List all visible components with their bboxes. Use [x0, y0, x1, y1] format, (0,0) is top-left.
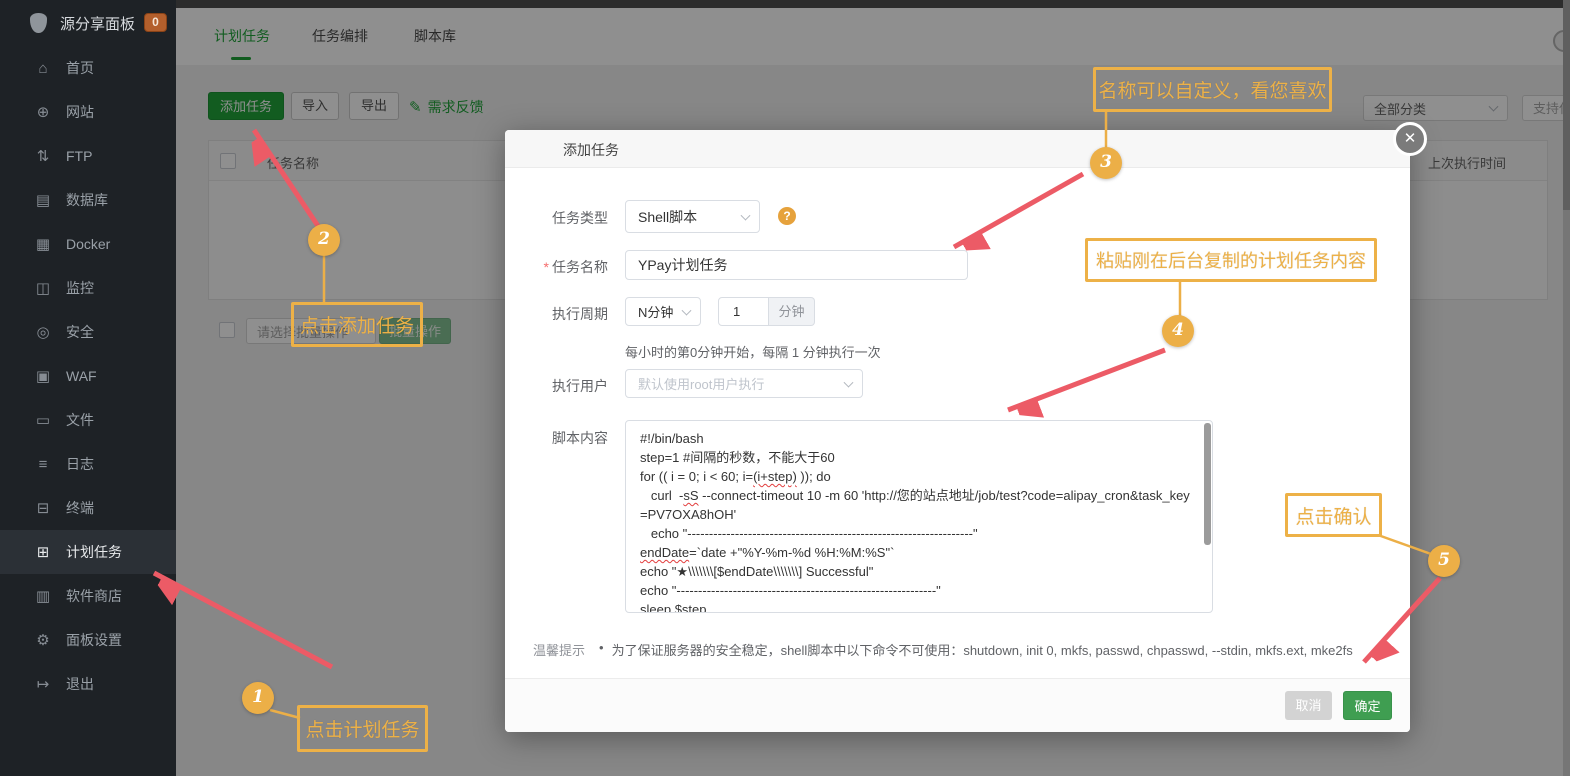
modal-footer: 取消 确定 — [505, 678, 1410, 732]
sidebar-item-logout[interactable]: ↦ 退出 — [0, 662, 176, 706]
cycle-value-input[interactable] — [718, 297, 769, 326]
brand-title: 源分享面板 — [60, 15, 136, 33]
script-line: step=1 #间隔的秒数，不能大于60 — [640, 450, 835, 465]
log-icon: ≡ — [38, 455, 48, 473]
exec-user-label: 执行用户 — [552, 378, 608, 394]
annotation-box-step2: 点击添加任务 — [291, 302, 423, 347]
task-name-input[interactable] — [625, 250, 968, 280]
annotation-step-number-1: 1 — [242, 682, 274, 714]
sidebar-nav: ⌂ 首页 ⊕ 网站 ⇅ FTP ▤ 数据库 ▦ Docker ◫ 监控 ◎ 安全 ▣ WAF ▭… — [0, 46, 176, 706]
cycle-unit-addon: 分钟 — [769, 297, 815, 326]
script-line: sleep $step — [640, 602, 707, 613]
sidebar-item-docker[interactable]: ▦ Docker — [0, 222, 176, 266]
close-icon[interactable]: ✕ — [1393, 122, 1427, 156]
exec-user-select[interactable]: 默认使用root用户执行 — [625, 369, 863, 398]
required-asterisk: * — [543, 259, 549, 275]
script-line: endDate=`date +"%Y-%m-%d %H:%M:%S"` — [640, 545, 895, 560]
app-root: 源分享面板 0 ⌂ 首页 ⊕ 网站 ⇅ FTP ▤ 数据库 ▦ Docker ◫ 监控 ◎ 安… — [0, 0, 1570, 776]
task-type-select[interactable]: Shell脚本 — [625, 200, 760, 233]
gear-icon: ⚙ — [36, 632, 50, 649]
bullet-icon: • — [599, 640, 604, 655]
annotation-step-number-3: 3 — [1090, 147, 1122, 179]
waf-icon: ▣ — [35, 368, 51, 385]
chevron-down-icon — [740, 210, 751, 221]
shield-check-icon: ◎ — [36, 324, 50, 341]
help-icon[interactable]: ? — [778, 207, 796, 225]
annotation-step-number-4: 4 — [1162, 315, 1194, 347]
modal-title: 添加任务 — [563, 142, 619, 158]
task-type-label: 任务类型 — [552, 210, 608, 226]
appstore-icon: ▥ — [35, 588, 51, 605]
sidebar-item-files[interactable]: ▭ 文件 — [0, 398, 176, 442]
sidebar-item-security[interactable]: ◎ 安全 — [0, 310, 176, 354]
sidebar-item-terminal[interactable]: ⊟ 终端 — [0, 486, 176, 530]
sidebar-item-settings[interactable]: ⚙ 面板设置 — [0, 618, 176, 662]
task-name-label: * 任务名称 — [543, 259, 608, 275]
annotation-box-step3: 名称可以自定义，看您喜欢 — [1093, 67, 1332, 112]
logout-icon: ↦ — [36, 676, 50, 693]
sidebar-item-appstore[interactable]: ▥ 软件商店 — [0, 574, 176, 618]
script-line: for (( i = 0; i < 60; i=(i+step) )); do — [640, 469, 831, 484]
warning-text: 为了保证服务器的安全稳定，shell脚本中以下命令不可使用：shutdown, … — [611, 643, 1353, 658]
docker-icon: ▦ — [35, 236, 51, 253]
globe-icon: ⊕ — [36, 104, 50, 121]
cycle-label: 执行周期 — [552, 306, 608, 322]
monitor-icon: ◫ — [35, 280, 51, 297]
script-line: echo "★\\\\\\\[$endDate\\\\\\\] Successf… — [640, 564, 874, 579]
sidebar-item-logs[interactable]: ≡ 日志 — [0, 442, 176, 486]
cycle-type-select[interactable]: N分钟 — [625, 297, 701, 326]
annotation-step-number-2: 2 — [308, 224, 340, 256]
ftp-icon: ⇅ — [36, 148, 50, 165]
brand-logo-shield-icon — [30, 13, 47, 33]
cycle-hint: 每小时的第0分钟开始，每隔 1 分钟执行一次 — [625, 345, 881, 360]
modal-header: 添加任务 — [505, 130, 1410, 168]
sidebar-item-database[interactable]: ▤ 数据库 — [0, 178, 176, 222]
brand: 源分享面板 0 — [0, 0, 176, 46]
database-icon: ▤ — [35, 192, 51, 209]
script-scrollbar-thumb[interactable] — [1204, 423, 1211, 545]
sidebar-item-waf[interactable]: ▣ WAF — [0, 354, 176, 398]
cancel-button[interactable]: 取消 — [1285, 691, 1332, 720]
sidebar-item-website[interactable]: ⊕ 网站 — [0, 90, 176, 134]
warning-label: 温馨提示 — [533, 643, 586, 658]
warning-row: 温馨提示 • 为了保证服务器的安全稳定，shell脚本中以下命令不可使用：shu… — [533, 640, 1393, 659]
script-line: echo "----------------------------------… — [640, 583, 941, 598]
script-line: curl -sS --connect-timeout 10 -m 60 'htt… — [640, 488, 1190, 522]
sidebar-item-monitor[interactable]: ◫ 监控 — [0, 266, 176, 310]
annotation-box-step5: 点击确认 — [1285, 493, 1382, 537]
script-content-label: 脚本内容 — [552, 430, 608, 446]
notification-badge: 0 — [144, 13, 167, 32]
chevron-down-icon — [681, 305, 692, 316]
home-icon: ⌂ — [38, 59, 48, 77]
terminal-icon: ⊟ — [36, 500, 50, 517]
calendar-icon: ⊞ — [36, 544, 50, 561]
script-textarea[interactable]: #!/bin/bash step=1 #间隔的秒数，不能大于60 for (( … — [625, 420, 1213, 613]
sidebar-item-cron[interactable]: ⊞ 计划任务 — [0, 530, 176, 574]
sidebar-item-ftp[interactable]: ⇅ FTP — [0, 134, 176, 178]
script-line: #!/bin/bash — [640, 431, 704, 446]
annotation-box-step4: 粘贴刚在后台复制的计划任务内容 — [1085, 238, 1377, 282]
confirm-button[interactable]: 确定 — [1343, 691, 1392, 720]
annotation-box-step1: 点击计划任务 — [297, 705, 428, 752]
chevron-down-icon — [843, 377, 854, 388]
add-task-modal: 添加任务 任务类型 Shell脚本 ? *任务名称 执行周期 N分钟 分钟 每小… — [505, 130, 1410, 732]
annotation-step-number-5: 5 — [1428, 545, 1460, 577]
script-line: echo "----------------------------------… — [640, 526, 978, 541]
sidebar-item-home[interactable]: ⌂ 首页 — [0, 46, 176, 90]
sidebar: 源分享面板 0 ⌂ 首页 ⊕ 网站 ⇅ FTP ▤ 数据库 ▦ Docker ◫ 监控 ◎ 安… — [0, 0, 176, 776]
folder-icon: ▭ — [35, 412, 51, 429]
